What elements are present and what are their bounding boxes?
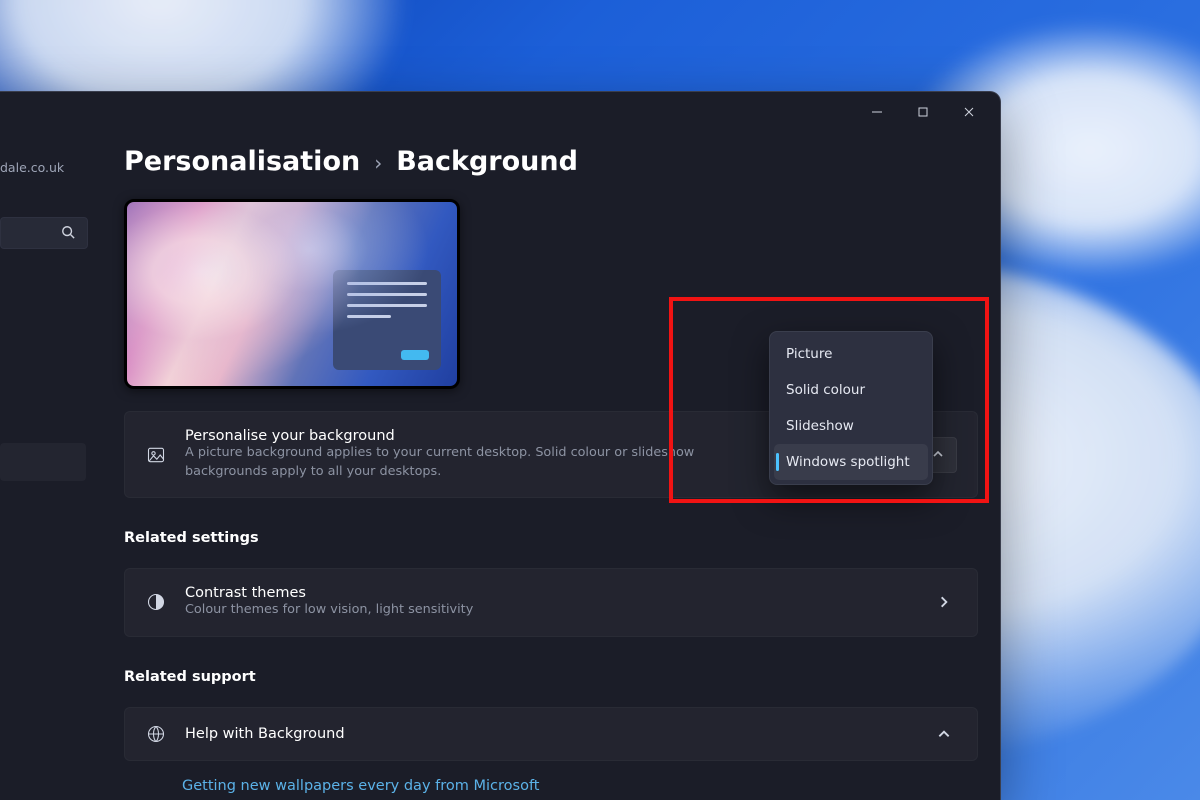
- breadcrumb: Personalisation › Background: [124, 146, 978, 177]
- related-support-heading: Related support: [124, 669, 978, 685]
- personalise-desc: A picture background applies to your cur…: [185, 444, 745, 481]
- chevron-right-icon: ›: [374, 151, 382, 175]
- background-type-menu: Picture Solid colour Slideshow Windows s…: [769, 331, 933, 485]
- sidebar: dale.co.uk: [0, 132, 90, 800]
- dropdown-option-spotlight[interactable]: Windows spotlight: [774, 444, 928, 480]
- help-link-new-wallpapers[interactable]: Getting new wallpapers every day from Mi…: [182, 778, 539, 794]
- globe-icon: [145, 724, 167, 744]
- dropdown-option-solid[interactable]: Solid colour: [774, 372, 928, 408]
- contrast-themes-desc: Colour themes for low vision, light sens…: [185, 601, 745, 620]
- dropdown-option-slideshow[interactable]: Slideshow: [774, 408, 928, 444]
- window-minimize-button[interactable]: [854, 96, 900, 128]
- window-close-button[interactable]: [946, 96, 992, 128]
- account-email: dale.co.uk: [0, 160, 90, 189]
- search-input[interactable]: [0, 217, 88, 249]
- chevron-up-icon: [937, 727, 957, 741]
- personalise-title: Personalise your background: [185, 428, 759, 444]
- help-background-title: Help with Background: [185, 726, 919, 742]
- related-settings-heading: Related settings: [124, 530, 978, 546]
- background-preview: [124, 199, 460, 389]
- settings-window: dale.co.uk Personalisation › Background: [0, 92, 1000, 800]
- help-with-background-row[interactable]: Help with Background: [124, 707, 978, 761]
- help-sub-links: Getting new wallpapers every day from Mi…: [124, 761, 978, 800]
- dropdown-option-picture[interactable]: Picture: [774, 336, 928, 372]
- breadcrumb-parent[interactable]: Personalisation: [124, 146, 360, 177]
- personalise-background-row: Personalise your background A picture ba…: [124, 411, 978, 498]
- window-maximize-button[interactable]: [900, 96, 946, 128]
- window-titlebar: [0, 92, 1000, 132]
- search-icon: [61, 224, 75, 243]
- breadcrumb-current: Background: [396, 146, 578, 177]
- picture-icon: [145, 445, 167, 465]
- contrast-themes-row[interactable]: Contrast themes Colour themes for low vi…: [124, 568, 978, 637]
- settings-content: Personalisation › Background Personalise…: [90, 132, 1000, 800]
- chevron-right-icon: [937, 595, 957, 609]
- preview-window-mock: [333, 270, 441, 370]
- contrast-themes-title: Contrast themes: [185, 585, 919, 601]
- contrast-icon: [145, 592, 167, 612]
- chevron-up-icon: [932, 445, 944, 464]
- sidebar-nav-item-active[interactable]: [0, 443, 86, 481]
